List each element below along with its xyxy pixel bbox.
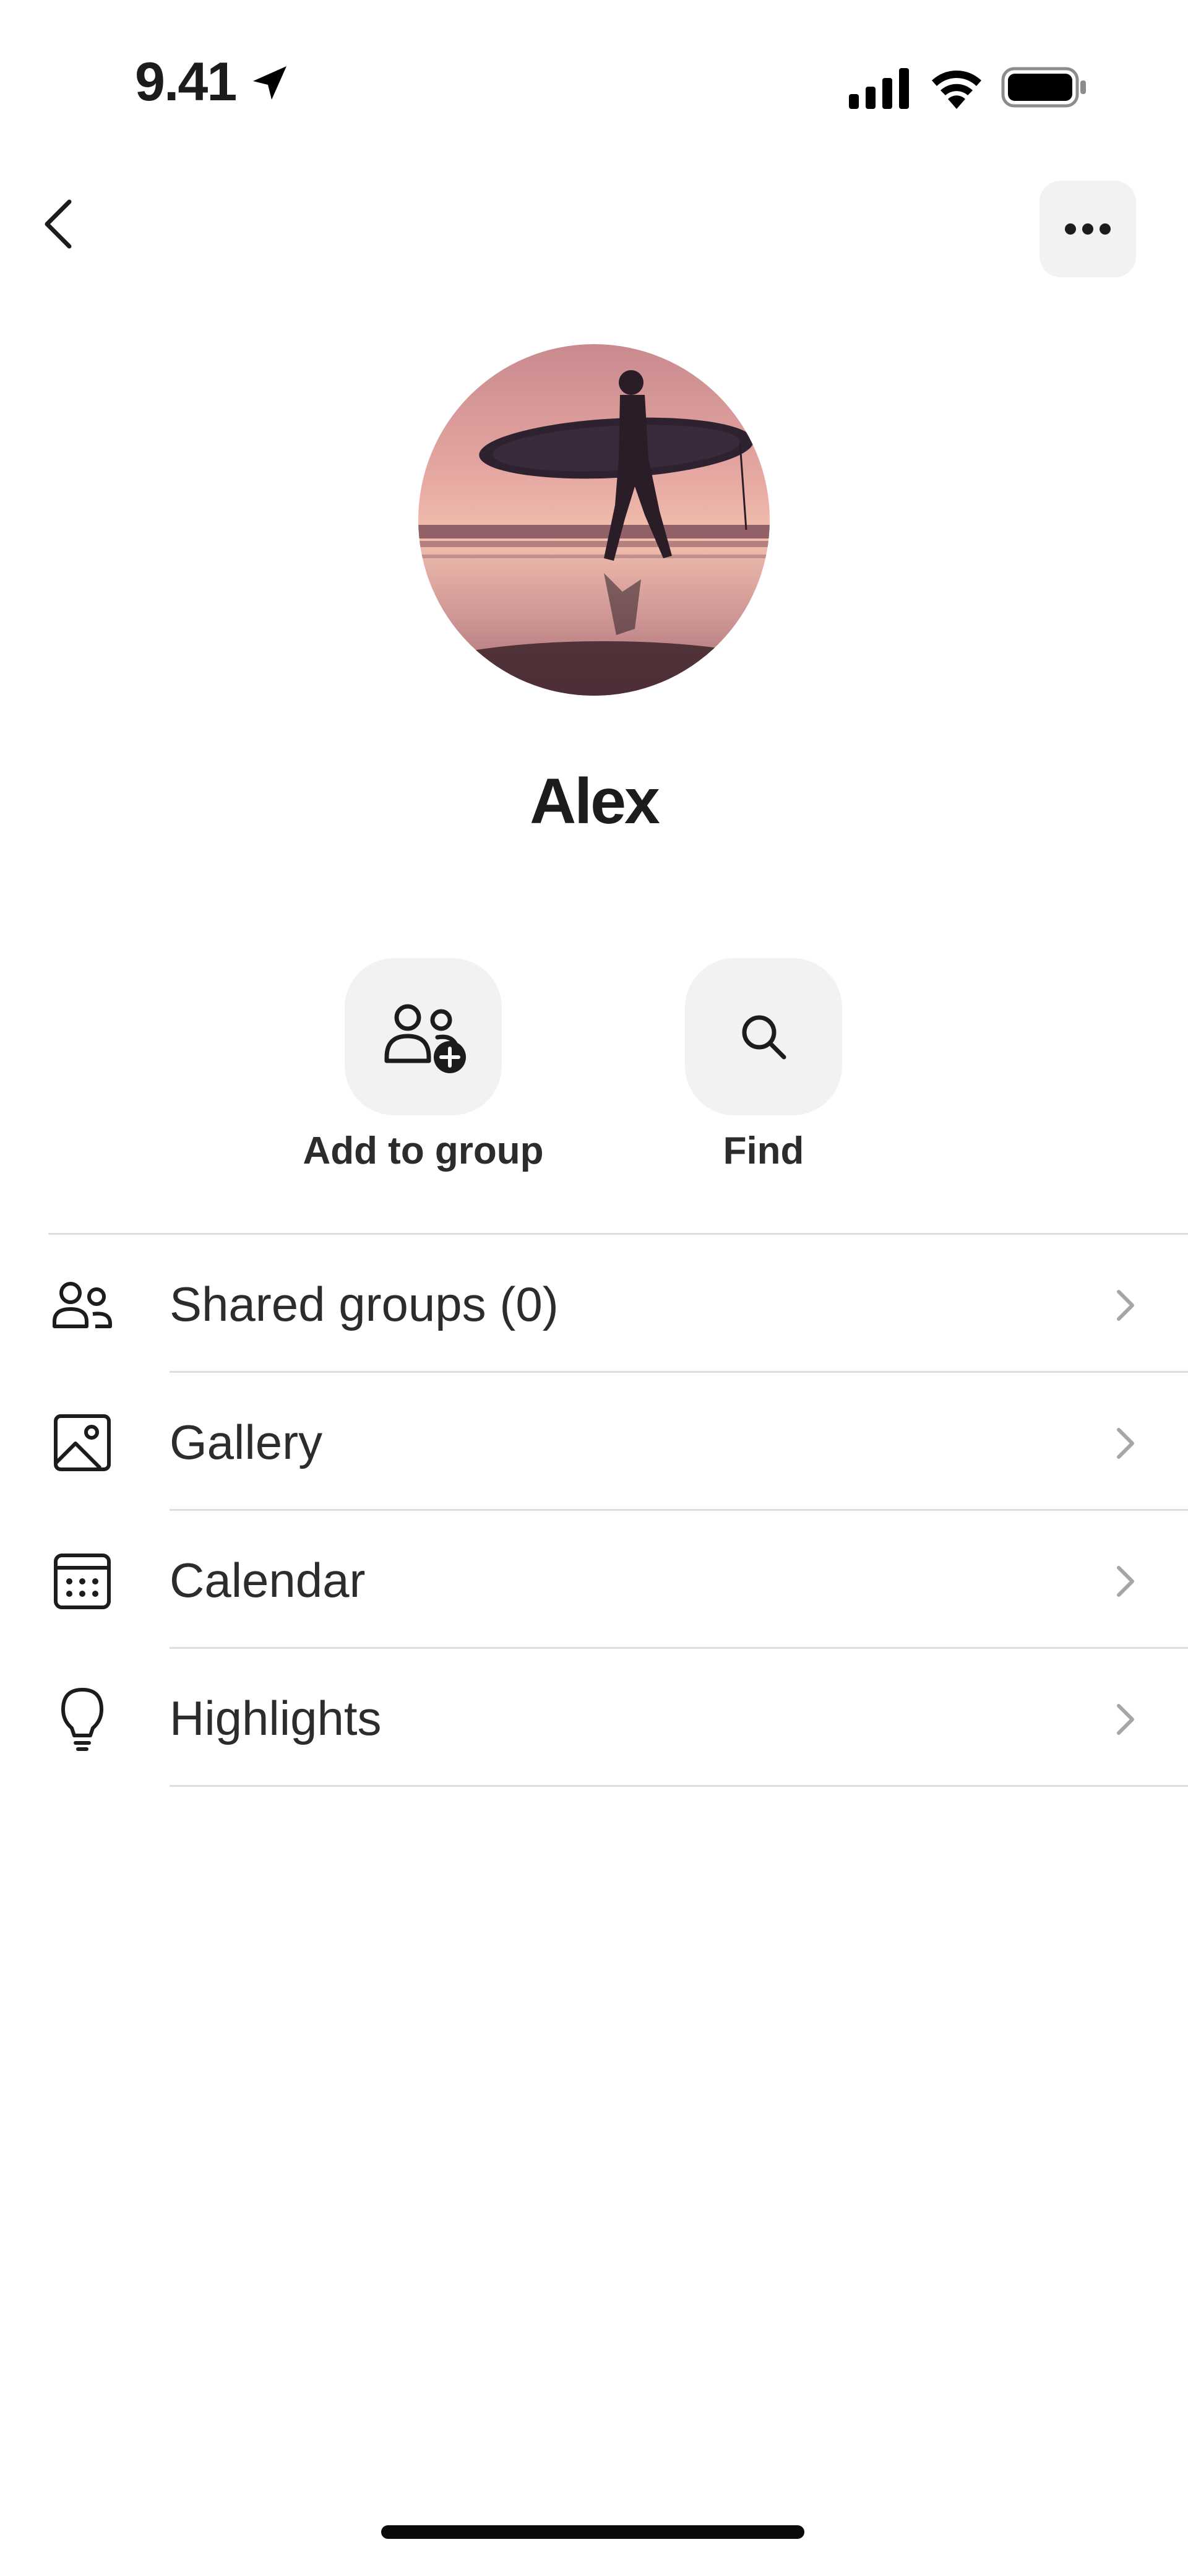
battery-icon: [1001, 67, 1086, 108]
wifi-icon: [932, 71, 981, 109]
surfer-silhouette-avatar: [418, 344, 770, 696]
search-icon: [742, 1015, 786, 1060]
chevron-right-icon: [1117, 1566, 1134, 1597]
status-time: 9.41: [135, 51, 237, 112]
menu-item-shared-groups[interactable]: Shared groups (0): [48, 1235, 1188, 1373]
image-icon: [54, 1414, 111, 1471]
menu-item-calendar[interactable]: Calendar: [48, 1511, 1188, 1649]
avatar[interactable]: [418, 344, 770, 696]
calendar-icon: [54, 1554, 111, 1609]
lightbulb-icon: [61, 1688, 103, 1751]
menu-item-highlights[interactable]: Highlights: [48, 1649, 1188, 1787]
add-to-group-icon-container: [345, 958, 502, 1115]
find-icon-container: [685, 958, 842, 1115]
menu-item-label: Highlights: [170, 1691, 382, 1745]
list-divider: [170, 1785, 1188, 1787]
status-bar: 9.41: [0, 0, 1188, 161]
chevron-right-icon: [1117, 1428, 1134, 1459]
find-label: Find: [723, 1130, 804, 1172]
back-button[interactable]: [33, 186, 108, 260]
ellipsis-icon: [1065, 223, 1111, 235]
home-indicator[interactable]: [381, 2525, 804, 2539]
menu-item-label: Calendar: [170, 1553, 366, 1607]
groups-icon: [53, 1282, 112, 1328]
add-to-group-label: Add to group: [303, 1130, 544, 1172]
menu-item-label: Gallery: [170, 1415, 323, 1469]
chevron-left-icon: [45, 199, 72, 249]
profile-name: Alex: [530, 766, 660, 837]
menu-item-label: Shared groups (0): [170, 1277, 559, 1331]
find-button[interactable]: Find: [603, 958, 924, 1173]
chevron-right-icon: [1117, 1290, 1134, 1321]
menu-item-gallery[interactable]: Gallery: [48, 1373, 1188, 1511]
location-arrow-icon: [253, 66, 286, 100]
chevron-right-icon: [1117, 1704, 1134, 1735]
profile-menu-list: Shared groups (0) Gallery Calendar Highl…: [48, 1233, 1188, 1787]
more-options-button[interactable]: [1040, 181, 1136, 277]
add-to-group-button[interactable]: Add to group: [262, 958, 584, 1173]
cellular-signal-icon: [849, 68, 909, 109]
add-user-group-icon: [384, 1004, 466, 1073]
